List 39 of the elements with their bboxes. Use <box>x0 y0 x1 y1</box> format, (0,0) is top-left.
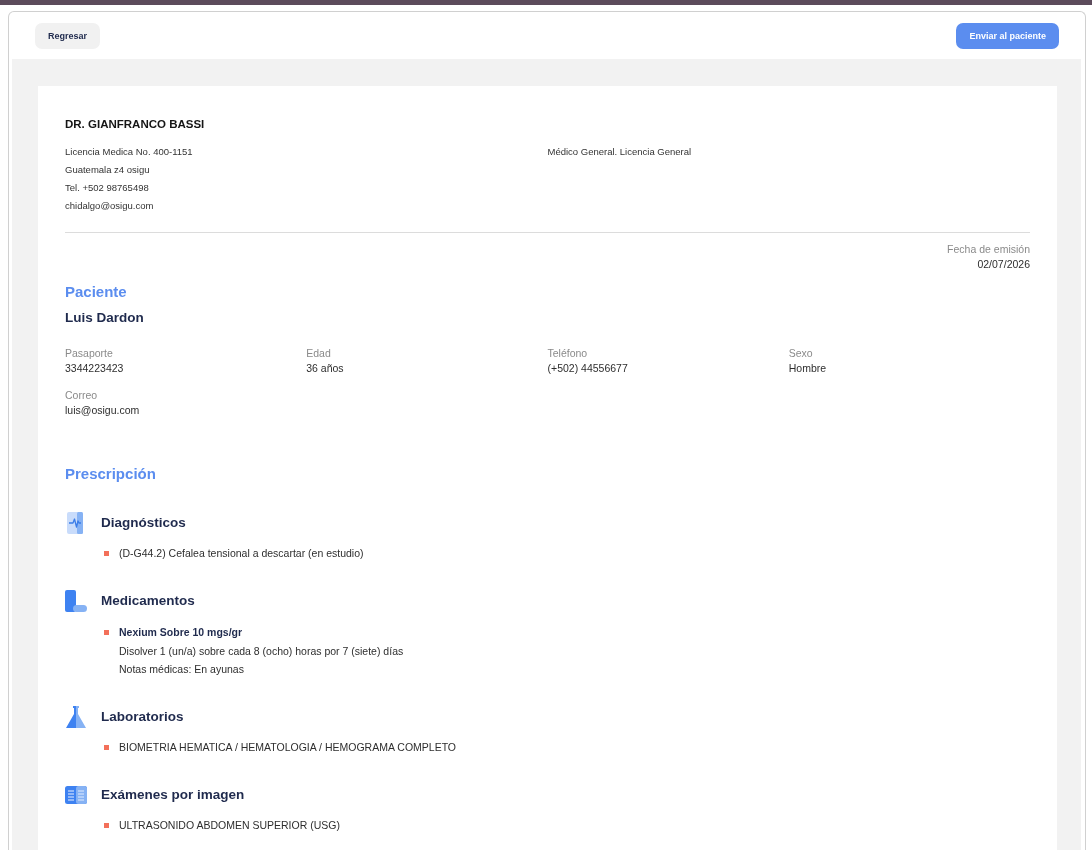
doctor-detail: Licencia Medica No. 400-1151 <box>65 145 193 159</box>
field-value: luis@osigu.com <box>65 403 140 418</box>
item-text: BIOMETRIA HEMATICA / HEMATOLOGIA / HEMOGRAMA COMPLETO <box>119 740 457 755</box>
bullet-icon <box>104 551 109 556</box>
section-title: Medicamentos <box>101 592 195 610</box>
field-value: 3344223423 <box>65 361 124 376</box>
bullet-icon <box>104 630 109 635</box>
patient-name: Luis Dardon <box>65 309 144 327</box>
item-text: ULTRASONIDO ABDOMEN SUPERIOR (USG) <box>119 818 340 833</box>
field-label: Sexo <box>788 346 813 361</box>
field-value: 36 años <box>306 361 344 376</box>
flask-icon <box>65 706 87 728</box>
field-label: Pasaporte <box>65 346 113 361</box>
book-icon <box>65 784 87 806</box>
field-label: Teléfono <box>547 346 588 361</box>
patient-heading: Paciente <box>65 282 127 302</box>
issue-date-value: 02/07/2026 <box>977 257 1030 272</box>
doctor-detail: Guatemala z4 osigu <box>65 163 150 177</box>
medication-instruction: Disolver 1 (un/a) sobre cada 8 (ocho) horas por 7 (siete) días <box>119 644 404 659</box>
bullet-icon <box>104 745 109 750</box>
section-title: Laboratorios <box>101 708 184 726</box>
doctor-specialty: Médico General. Licencia General <box>547 145 692 159</box>
field-label: Correo <box>65 388 98 403</box>
doctor-detail: chidalgo@osigu.com <box>65 199 154 213</box>
medication-name: Nexium Sobre 10 mgs/gr <box>119 625 243 640</box>
bullet-icon <box>104 823 109 828</box>
prescription-heading: Prescripción <box>65 464 156 484</box>
section-title: Diagnósticos <box>101 514 186 532</box>
item-text: (D-G44.2) Cefalea tensional a descartar (en estudio) <box>119 546 364 561</box>
pill-bottle-icon <box>65 590 87 612</box>
field-label: Edad <box>306 346 331 361</box>
doctor-detail: Tel. +502 98765498 <box>65 181 149 195</box>
section-title: Exámenes por imagen <box>101 786 245 804</box>
field-value: Hombre <box>788 361 827 376</box>
field-value: (+502) 44556677 <box>547 361 628 376</box>
issue-date-label: Fecha de emisión <box>947 242 1030 257</box>
medication-instruction: Notas médicas: En ayunas <box>119 662 244 677</box>
back-button[interactable]: Regresar <box>35 22 101 49</box>
doctor-name: DR. GIANFRANCO BASSI <box>65 117 205 132</box>
